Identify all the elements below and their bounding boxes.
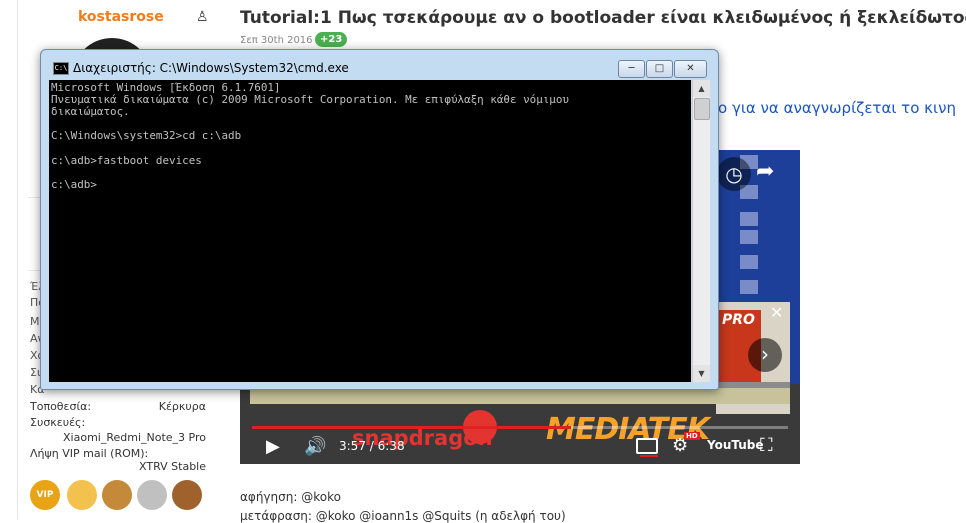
username-link[interactable]: kostasrose bbox=[78, 9, 164, 25]
profile-row-devices: Συσκευές: bbox=[30, 416, 206, 429]
fullscreen-icon[interactable]: ⛶ bbox=[760, 435, 773, 456]
badge-list: VIP bbox=[30, 478, 210, 519]
console-output-area[interactable]: Microsoft Windows [Έκδοση 6.1.7601] Πνευ… bbox=[49, 80, 691, 382]
close-icon[interactable]: ✕ bbox=[770, 303, 783, 322]
article-body-link[interactable]: ο για να αναγνωρίζεται το κινη bbox=[718, 99, 956, 117]
desktop-shortcut-icon bbox=[740, 280, 758, 294]
profile-row-vip-mail: Λήψη VIP mail (ROM): XTRV Stable bbox=[30, 447, 206, 473]
cmd-window-title: Διαχειριστής: C:\Windows\System32\cmd.ex… bbox=[73, 61, 349, 75]
time-current: 3:57 bbox=[339, 439, 366, 453]
console-icon[interactable]: C:\ bbox=[53, 62, 69, 75]
volume-icon[interactable]: 🔊 bbox=[304, 436, 326, 457]
suggested-video-label: PRO bbox=[722, 312, 755, 328]
console-line: C:\Windows\system32>cd c:\adb bbox=[51, 129, 242, 143]
article-title[interactable]: Tutorial:1 Πως τσεκάρουμε αν ο bootloade… bbox=[240, 8, 966, 28]
video-controls: ▶ 🔊 3:57 / 6:38 ⚙ HD YouTube ⛶ bbox=[240, 432, 800, 464]
console-line: δικαιώματος. bbox=[51, 105, 130, 119]
minimize-button[interactable]: ─ bbox=[618, 60, 645, 78]
console-scrollbar[interactable]: ▲ ▼ bbox=[692, 80, 710, 382]
profile-row-device-name: Xiaomi_Redmi_Note_3 Pro bbox=[30, 431, 206, 444]
time-total: 6:38 bbox=[377, 439, 405, 453]
desktop-shortcut-icon bbox=[740, 212, 758, 226]
video-progress-fill bbox=[252, 426, 572, 429]
chevron-right-icon[interactable]: › bbox=[748, 338, 782, 372]
subtitles-icon[interactable] bbox=[636, 438, 658, 457]
youtube-logo-link[interactable]: YouTube bbox=[707, 438, 764, 452]
maximize-button[interactable]: □ bbox=[646, 60, 673, 78]
desktop-shortcut-icon bbox=[740, 230, 758, 244]
vip-badge-icon[interactable]: VIP bbox=[30, 480, 60, 510]
scroll-up-arrow-icon[interactable]: ▲ bbox=[693, 80, 710, 97]
console-line: c:\adb>fastboot devices bbox=[51, 153, 202, 167]
profile-row-label: Λήψη VIP mail (ROM): bbox=[30, 447, 149, 460]
profile-row-value: Xiaomi_Redmi_Note_3 Pro bbox=[63, 431, 206, 444]
vote-count-badge[interactable]: +23 bbox=[315, 32, 348, 47]
desktop-shortcut-icon bbox=[740, 255, 758, 269]
credit-narration: αφήγηση: @koko bbox=[240, 490, 341, 504]
console-line: Πνευματικά δικαιώματα (c) 2009 Microsoft… bbox=[51, 93, 569, 107]
video-progress-bar[interactable] bbox=[252, 426, 788, 429]
scrollbar-thumb[interactable] bbox=[694, 98, 710, 120]
console-line: Microsoft Windows [Έκδοση 6.1.7601] bbox=[51, 81, 281, 94]
profile-row-label: Συσκευές: bbox=[30, 416, 86, 429]
play-icon[interactable]: ▶ bbox=[266, 436, 280, 457]
console-text: Microsoft Windows [Έκδοση 6.1.7601] Πνευ… bbox=[49, 80, 691, 193]
share-arrow-icon[interactable]: ➦ bbox=[756, 159, 774, 184]
article-date: Σεπ 30th 2016 bbox=[240, 35, 313, 46]
medal-badge-icon[interactable] bbox=[137, 480, 167, 510]
profile-row-value: Κέρκυρα bbox=[158, 400, 206, 413]
video-timecode: 3:57 / 6:38 bbox=[339, 439, 405, 453]
profile-row-location: Τοποθεσία: Κέρκυρα bbox=[30, 400, 206, 413]
bronze-medal-badge-icon[interactable] bbox=[172, 480, 202, 510]
cmd-window-titlebar[interactable]: C:\ Διαχειριστής: C:\Windows\System32\cm… bbox=[41, 50, 718, 79]
profile-row-label: Τοποθεσία: bbox=[30, 400, 92, 413]
credit-translation: μετάφραση: @koko @ioann1s @Squits (η αδε… bbox=[240, 509, 566, 523]
panel-divider bbox=[17, 0, 18, 519]
hd-badge: HD bbox=[684, 432, 700, 440]
palette-badge-icon[interactable] bbox=[102, 480, 132, 510]
watch-later-clock-icon[interactable]: ◷ bbox=[717, 157, 751, 191]
cmd-window[interactable]: C:\ Διαχειριστής: C:\Windows\System32\cm… bbox=[40, 49, 719, 390]
user-badge-icon[interactable] bbox=[67, 480, 97, 510]
console-line: c:\adb> bbox=[51, 177, 97, 191]
profile-row-value: XTRV Stable bbox=[139, 460, 206, 473]
scroll-down-arrow-icon[interactable]: ▼ bbox=[693, 365, 710, 382]
user-status-icon: ♙ bbox=[196, 9, 209, 25]
close-button[interactable]: ✕ bbox=[674, 60, 707, 78]
